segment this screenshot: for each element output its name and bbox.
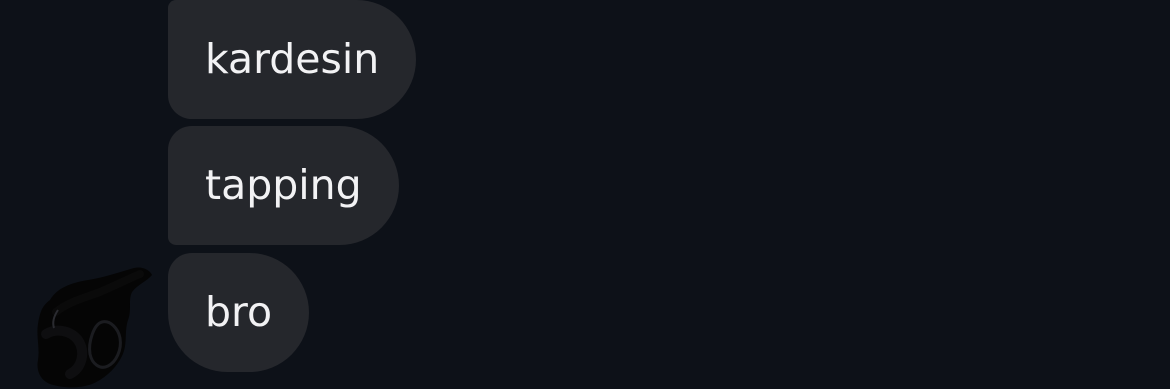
message-bubble[interactable]: bro [168, 253, 310, 372]
scribbled-avatar-icon[interactable] [28, 262, 158, 389]
message-bubble[interactable]: kardesin [168, 0, 417, 119]
message-text: tapping [205, 161, 362, 209]
message-text: kardesin [205, 35, 380, 83]
message-text: bro [205, 288, 273, 336]
message-bubble[interactable]: tapping [168, 126, 399, 245]
chat-thread: kardesin tapping bro [0, 0, 1170, 389]
